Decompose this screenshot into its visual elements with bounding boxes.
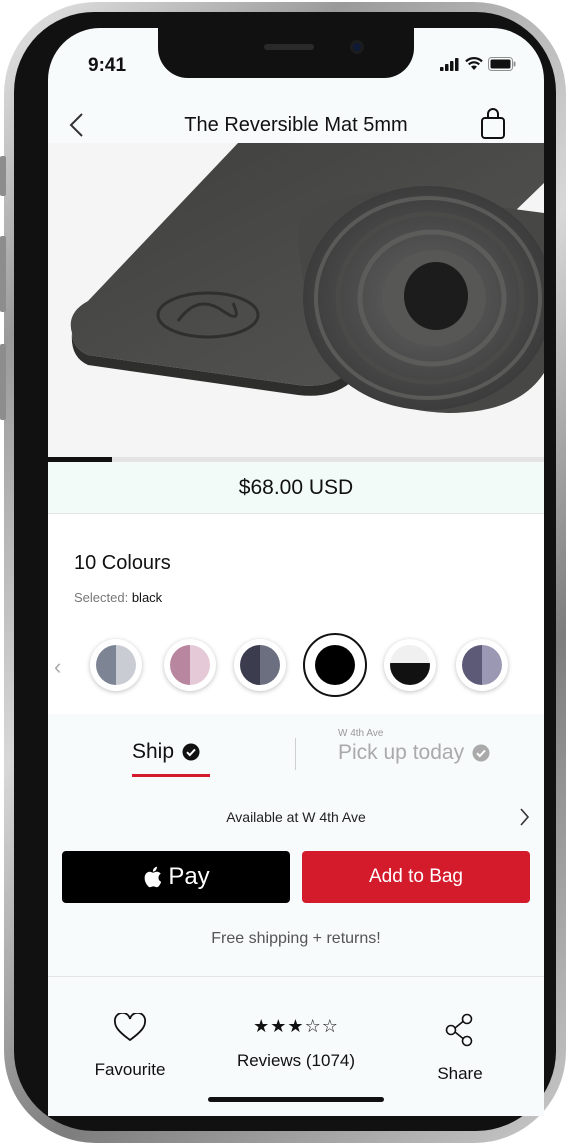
product-image[interactable] [48,143,544,458]
star-empty-icon: ☆ [321,1016,339,1036]
tab-pick-up-label: Pick up today [338,741,465,764]
tab-ship-label: Ship [132,740,175,763]
tab-divider [295,738,296,770]
home-indicator[interactable] [208,1097,384,1102]
add-to-bag-label: Add to Bag [368,866,464,887]
favourite-label: Favourite [94,1060,166,1079]
page-title: The Reversible Mat 5mm [184,114,408,136]
star-filled-icon: ★ [270,1016,288,1036]
tab-ship[interactable]: Ship [132,740,200,764]
side-button [0,156,6,196]
selected-colour: Selected: black [74,590,162,605]
selected-colour-value: black [131,590,163,605]
front-camera [350,40,364,54]
apple-pay-label: Pay [168,863,210,890]
battery-icon [488,57,516,71]
status-icons [440,57,516,71]
bottom-action-bar: Favourite ★★★☆☆ Reviews (1074) Share [48,976,544,1116]
shopping-bag-icon[interactable] [480,108,506,140]
tab-ship-underline [132,774,210,777]
header: The Reversible Mat 5mm [48,104,544,144]
tab-pick-up[interactable]: Pick up today [338,741,490,765]
apple-logo-icon [144,866,162,888]
star-filled-icon: ★ [253,1016,271,1036]
status-time: 9:41 [88,55,127,76]
check-icon [472,744,490,762]
notch [158,28,414,78]
swatch-grey[interactable] [90,639,142,691]
signal-icon [440,57,459,71]
share-button[interactable]: Share [428,1013,492,1084]
wifi-icon [465,57,483,70]
yoga-mat-image [48,143,544,458]
pickup-store: W 4th Ave [338,728,384,739]
colour-selector: 10 Colours Selected: black ‹ [48,514,544,714]
apple-pay-button[interactable]: Pay [62,851,290,903]
rating-stars: ★★★☆☆ [228,1013,364,1039]
swatch-pink[interactable] [164,639,216,691]
star-filled-icon: ★ [287,1016,305,1036]
chevron-right-icon [520,808,530,826]
star-empty-icon: ☆ [304,1016,322,1036]
product-price: $68.00 USD [238,475,354,499]
share-icon [445,1013,473,1047]
reviews-button[interactable]: ★★★☆☆ Reviews (1074) [228,1013,364,1071]
availability-row[interactable]: Available at W 4th Ave [48,806,544,830]
swatch-prev-chevron-icon[interactable]: ‹ [54,654,61,680]
availability-text: Available at W 4th Ave [226,809,366,825]
swatch-black-white[interactable] [384,639,436,691]
price-row: $68.00 USD [48,462,544,514]
swatch-black[interactable] [303,633,367,697]
volume-down-button [0,344,6,420]
add-to-bag-button[interactable]: Add to Bag [302,851,530,903]
colour-count: 10 Colours [74,552,171,574]
heart-icon [113,1011,147,1042]
share-label: Share [437,1064,483,1083]
reviews-label: Reviews (1074) [236,1051,356,1070]
favourite-button[interactable]: Favourite [90,1011,170,1080]
volume-up-button [0,236,6,312]
swatch-purple[interactable] [456,639,508,691]
selected-prefix: Selected: [74,590,129,605]
fulfilment-section: Ship W 4th Ave Pick up today Available a… [48,714,544,974]
swatch-navy[interactable] [234,639,286,691]
check-icon [182,743,200,761]
free-shipping-text: Free shipping + returns! [211,930,381,947]
